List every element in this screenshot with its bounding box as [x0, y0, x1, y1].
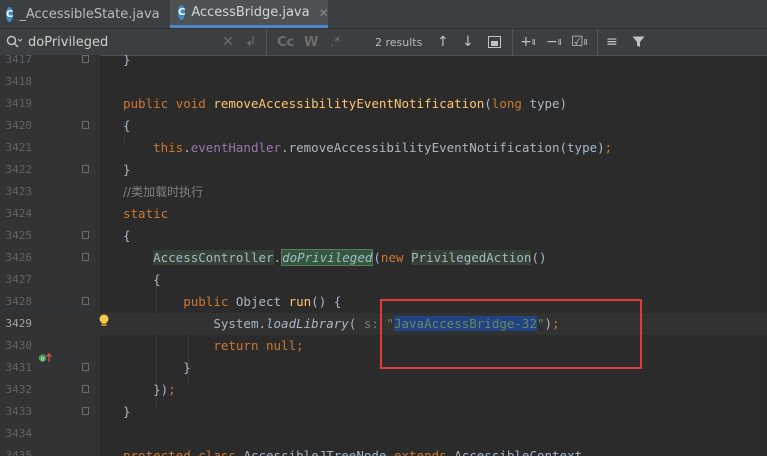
search-match-highlight: doPrivileged	[281, 249, 374, 266]
separator	[266, 29, 267, 55]
annotation-highlight-box	[380, 299, 642, 369]
editor-tab-bar: C _AccessibleState.java ✕ C AccessBridge…	[0, 0, 767, 29]
search-icon[interactable]	[6, 29, 22, 55]
open-in-window-icon[interactable]	[488, 29, 501, 55]
result-count: 2 results	[375, 35, 423, 49]
replace-toggle-icon[interactable]: ↲	[245, 29, 257, 55]
clear-search-icon[interactable]: ✕	[222, 29, 234, 55]
lightbulb-icon[interactable]	[98, 313, 110, 327]
fold-marker-icon[interactable]	[82, 253, 89, 261]
tab-label: _AccessibleState.java	[19, 6, 160, 22]
c-class-icon: C	[6, 6, 14, 22]
code-line: 3435 protected class AccessibleJTreeNode…	[5, 448, 583, 456]
code-line: 3419 public void removeAccessibilityEven…	[5, 96, 568, 111]
implements-marker-icon[interactable]: o	[38, 349, 52, 368]
code-comment: //类加载时执行	[123, 185, 204, 199]
svg-text:o: o	[41, 356, 45, 363]
arrow-down-icon[interactable]: ↓	[462, 29, 474, 55]
regex-toggle[interactable]: .*	[330, 29, 341, 55]
arrow-up-icon[interactable]: ↑	[437, 29, 449, 55]
code-line: 3421 this.eventHandler.removeAccessibili…	[5, 140, 613, 155]
code-line: 3418	[5, 75, 33, 88]
code-line: 3425 {	[5, 228, 131, 243]
code-line: 3424 static	[5, 206, 169, 221]
add-occurrence-icon[interactable]: + Ⅱ	[520, 29, 536, 55]
select-all-occurrences-icon[interactable]: ☑ Ⅱ	[571, 29, 588, 55]
fold-marker-icon[interactable]	[82, 55, 89, 63]
code-line: 3417 }	[5, 55, 131, 67]
whole-words-toggle[interactable]: W	[304, 29, 318, 55]
separator	[512, 29, 513, 55]
separator	[597, 29, 598, 55]
fold-marker-icon[interactable]	[82, 385, 89, 393]
filter-icon[interactable]	[632, 29, 645, 55]
remove-occurrence-icon[interactable]: − Ⅱ	[546, 29, 562, 55]
tab-accessible-state[interactable]: C _AccessibleState.java ✕	[6, 0, 179, 28]
code-line: 3433 }	[5, 404, 131, 419]
fold-marker-icon[interactable]	[82, 407, 89, 415]
match-case-toggle[interactable]: Cc	[277, 29, 294, 55]
fold-marker-icon[interactable]	[82, 165, 89, 173]
code-line: 3427 {	[5, 272, 161, 287]
fold-marker-icon[interactable]	[82, 231, 89, 239]
text-wrap-icon[interactable]: ≡	[606, 29, 618, 55]
code-line: 3434	[5, 427, 33, 440]
tab-access-bridge[interactable]: C AccessBridge.java ✕	[170, 0, 329, 28]
parameter-hint: s:	[363, 316, 379, 331]
tab-label: AccessBridge.java	[191, 5, 310, 20]
code-editor[interactable]: 3417 } 3418 3419 public void removeAcces…	[0, 55, 767, 456]
code-line: 3432 });	[5, 382, 176, 397]
fold-marker-icon[interactable]	[82, 297, 89, 305]
find-bar: doPrivileged ✕ ↲ Cc W .* 2 results ↑ ↓ +…	[0, 29, 767, 56]
code-line: 3423 //类加载时执行	[0, 181, 767, 203]
search-input[interactable]: doPrivileged	[28, 29, 108, 55]
c-class-icon: C	[178, 5, 186, 20]
close-icon[interactable]: ✕	[319, 6, 329, 20]
code-line: 3426 AccessController.doPrivileged(new P…	[5, 249, 547, 266]
code-line: 3420 {	[5, 118, 131, 133]
fold-marker-icon[interactable]	[82, 363, 89, 371]
code-line: 3422 }	[5, 162, 131, 177]
fold-marker-icon[interactable]	[82, 121, 89, 129]
